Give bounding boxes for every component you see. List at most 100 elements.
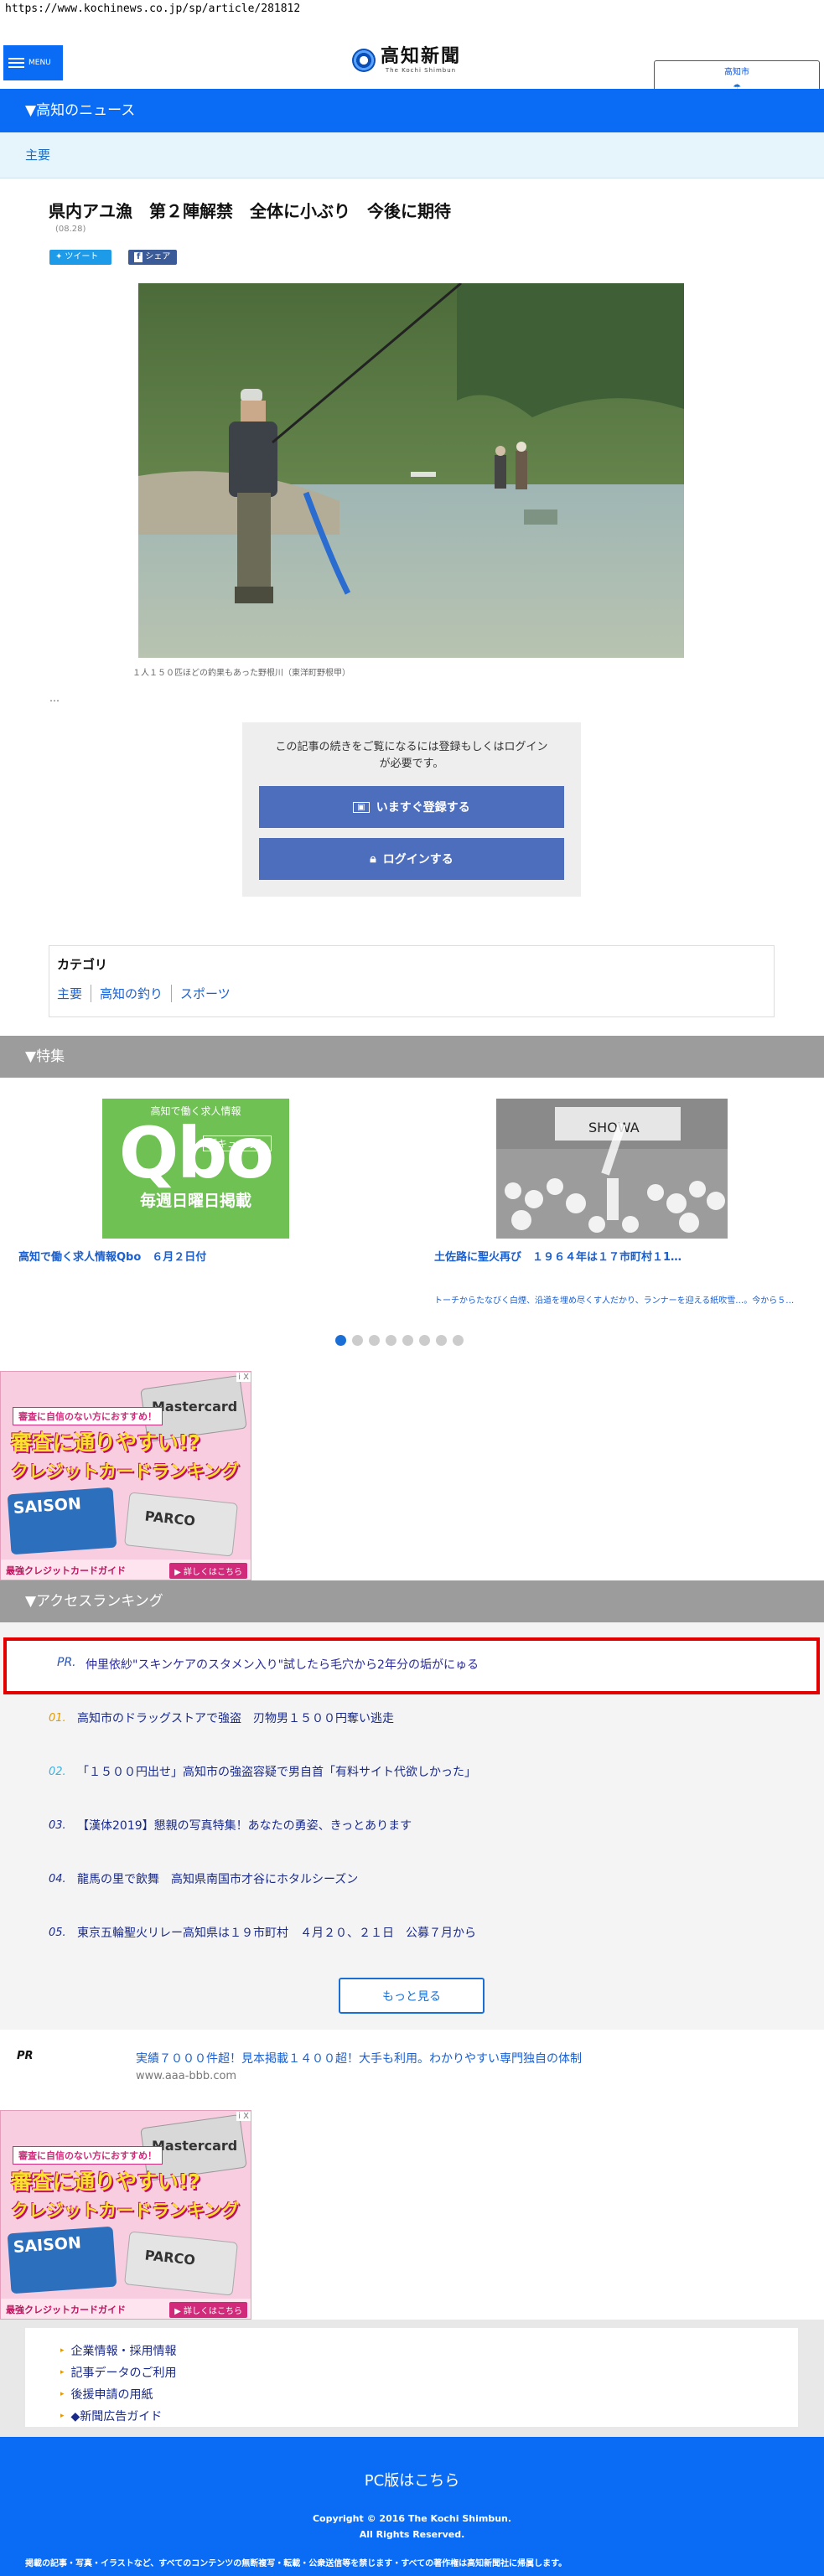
- ranking-pr-item[interactable]: PR. 仲里依紗"スキンケアのスタメン入り"試したら毛穴から2年分の垢がにゅる: [3, 1637, 820, 1694]
- category-link[interactable]: 主要: [57, 985, 91, 1002]
- ad-card-saison: SAISON: [7, 1487, 117, 1555]
- carousel-dot[interactable]: [386, 1335, 396, 1346]
- ad-footer: 最強クレジットカードガイド ▶ 詳しくはこちら: [1, 2299, 251, 2319]
- qbo-banner-reading: ［キューボ］: [203, 1135, 272, 1151]
- carousel-dot[interactable]: [419, 1335, 430, 1346]
- rank-number: 05.: [49, 1926, 66, 1939]
- ad-headline: 審査に通りやすい!? クレジットカードランキング: [11, 2168, 242, 2225]
- ad-content: Mastercard 審査に自信のない方におすすめ！ 審査に通りやすい!? クレ…: [1, 2111, 251, 2319]
- share-label: シェア: [145, 252, 171, 261]
- copyright: Copyright © 2016 The Kochi Shimbun. All …: [0, 2511, 824, 2542]
- triangle-bullet-icon: ▸: [60, 2346, 65, 2355]
- pc-version-link[interactable]: PC版はこちら: [0, 2469, 824, 2491]
- rank-title: 【漢体2019】懇親の写真特集！あなたの勇姿、きっとあります: [77, 1819, 412, 1833]
- lock-icon: 🔒︎: [370, 852, 376, 866]
- footer-link[interactable]: ▸ 後援申請の用紙: [60, 2383, 798, 2405]
- ad-label: 審査に自信のない方におすすめ！: [13, 1407, 163, 1425]
- ranking-item[interactable]: 02. 「１５００円出せ」高知市の強盗容疑で男自首「有料サイト代欲しかった」: [49, 1755, 476, 1788]
- ad-headline-line1: 審査に通りやすい!?: [11, 1430, 200, 1455]
- rank-number: 04.: [49, 1872, 66, 1885]
- register-button[interactable]: ▣ いますぐ登録する: [259, 786, 564, 828]
- ad-details-button[interactable]: ▶ 詳しくはこちら: [169, 1562, 247, 1579]
- rank-title: 龍馬の里で飲舞 高知県南国市才谷にホタルシーズン: [77, 1873, 359, 1886]
- url-bar[interactable]: https://www.kochinews.co.jp/sp/article/2…: [0, 0, 824, 20]
- logo-subtitle: The Kochi Shimbun: [385, 67, 457, 74]
- footer-link-label: ◆新聞広告ガイド: [70, 2410, 163, 2423]
- feature-title[interactable]: 高知で働く求人情報Qbo ６月２日付: [18, 1248, 206, 1264]
- menu-button[interactable]: MENU: [3, 45, 63, 80]
- category-links: 主要 高知の釣り スポーツ: [57, 985, 239, 1002]
- ad-card-saison: SAISON: [7, 2226, 117, 2294]
- qbo-banner-logo: Qbo: [118, 1112, 274, 1194]
- feature-photo[interactable]: SHOWA: [496, 1099, 728, 1239]
- facebook-icon: f: [134, 252, 143, 262]
- carousel-dot[interactable]: [369, 1335, 380, 1346]
- footer-link[interactable]: ▸ 記事データのご利用: [60, 2361, 798, 2383]
- ad-headline: 審査に通りやすい!? クレジットカードランキング: [11, 1429, 242, 1486]
- ad-footer: 最強クレジットカードガイド ▶ 詳しくはこちら: [1, 1560, 251, 1580]
- carousel-dot[interactable]: [352, 1335, 363, 1346]
- ad-card-brand: Mastercard: [152, 2138, 238, 2154]
- category-link[interactable]: 高知の釣り: [91, 985, 171, 1002]
- ad-banner[interactable]: Mastercard 審査に自信のない方におすすめ！ 審査に通りやすい!? クレ…: [0, 1371, 251, 1580]
- pr-title: 仲里依紗"スキンケアのスタメン入り"試したら毛穴から2年分の垢がにゅる: [86, 1658, 479, 1672]
- footer-link-label: 企業情報・採用情報: [70, 2345, 177, 2358]
- ad-footer-brand: 最強クレジットカードガイド: [6, 1565, 126, 1576]
- category-title: カテゴリ: [57, 957, 108, 972]
- copyright-line1: Copyright © 2016 The Kochi Shimbun.: [312, 2513, 512, 2524]
- carousel-dot[interactable]: [453, 1335, 464, 1346]
- carousel-dot[interactable]: [436, 1335, 447, 1346]
- rank-title: 東京五輪聖火リレー高知県は１９市町村 ４月２０、２１日 公募７月から: [77, 1927, 476, 1940]
- section-header-features: ▼特集: [0, 1036, 824, 1078]
- pr-ad-url[interactable]: www.aaa-bbb.com: [136, 2070, 236, 2082]
- ad-card-parco: PARCO: [124, 2231, 238, 2296]
- rank-title: 「１５００円出せ」高知市の強盗容疑で男自首「有料サイト代欲しかった」: [77, 1766, 476, 1779]
- footer-link[interactable]: ▸ 企業情報・採用情報: [60, 2340, 798, 2361]
- carousel-dot[interactable]: [335, 1335, 346, 1346]
- feature-description: トーチからたなびく白煙、沿道を埋め尽くす人だかり、ランナーを迎える紙吹雪…。今か…: [434, 1296, 795, 1306]
- copyright-line2: All Rights Reserved.: [359, 2529, 465, 2540]
- tweet-label: ツイート: [65, 252, 99, 261]
- feature-title[interactable]: 土佐路に聖火再び １９６４年は１７市町村１1…: [434, 1248, 681, 1264]
- tweet-button[interactable]: ✦ ツイート: [49, 250, 111, 265]
- site-header: MENU 高知新聞 The Kochi Shimbun 高知市 ☂: [0, 20, 824, 97]
- category-link[interactable]: スポーツ: [171, 985, 239, 1002]
- paywall-message: この記事の続きをご覧になるには登録もしくはログイン が必要です。: [242, 739, 581, 773]
- ad-headline-line1: 審査に通りやすい!?: [11, 2170, 200, 2194]
- more-button[interactable]: もっと見る: [339, 1978, 485, 2014]
- rank-title: 高知市のドラッグストアで強盗 刃物男１５００円奪い逃走: [77, 1712, 394, 1725]
- category-box: カテゴリ 主要 高知の釣り スポーツ: [49, 945, 775, 1017]
- ranking-item[interactable]: 04. 龍馬の里で飲舞 高知県南国市才谷にホタルシーズン: [49, 1862, 358, 1896]
- ad-content: Mastercard 審査に自信のない方におすすめ！ 審査に通りやすい!? クレ…: [1, 1372, 251, 1580]
- pr-ad-label: PR: [17, 2050, 34, 2062]
- rank-number: 01.: [49, 1711, 66, 1725]
- pr-ad-title[interactable]: 実績７０００件超！見本掲載１４００超！大手も利用。わかりやすい専門独自の体制: [136, 2050, 582, 2066]
- photo-sign-text: SHOWA: [588, 1120, 640, 1135]
- article-truncation: …: [49, 692, 60, 704]
- section-header-ranking: ▼アクセスランキング: [0, 1580, 824, 1622]
- qbo-banner[interactable]: 高知で働く求人情報 Qbo ［キューボ］ 毎週日曜日掲載: [102, 1099, 289, 1239]
- rank-number: 02.: [49, 1765, 66, 1778]
- carousel-dot[interactable]: [402, 1335, 413, 1346]
- ad-banner[interactable]: Mastercard 審査に自信のない方におすすめ！ 審査に通りやすい!? クレ…: [0, 2110, 251, 2320]
- footer-link-label: 記事データのご利用: [70, 2367, 177, 2380]
- ad-close-icon[interactable]: i X: [236, 2112, 251, 2121]
- rank-number: 03.: [49, 1818, 66, 1832]
- footer-link[interactable]: ▸ ◆新聞広告ガイド: [60, 2405, 798, 2427]
- ad-headline-line2: クレジットカードランキング: [11, 1461, 240, 1482]
- site-logo[interactable]: 高知新聞 The Kochi Shimbun: [352, 47, 461, 74]
- facebook-share-button[interactable]: f シェア: [128, 250, 177, 265]
- ad-close-icon[interactable]: i X: [236, 1373, 251, 1382]
- ad-details-button[interactable]: ▶ 詳しくはこちら: [169, 2301, 247, 2318]
- ad-headline-line2: クレジットカードランキング: [11, 2201, 240, 2221]
- share-buttons: ✦ ツイート f シェア: [49, 250, 177, 265]
- ranking-item[interactable]: 03. 【漢体2019】懇親の写真特集！あなたの勇姿、きっとあります: [49, 1808, 412, 1842]
- login-button[interactable]: 🔒︎ ログインする: [259, 838, 564, 880]
- id-card-icon: ▣: [353, 801, 370, 813]
- feature-carousel: 高知で働く求人情報 Qbo ［キューボ］ 毎週日曜日掲載 高知で働く求人情報Qb…: [0, 1099, 824, 1365]
- ranking-item[interactable]: 05. 東京五輪聖火リレー高知県は１９市町村 ４月２０、２１日 公募７月から: [49, 1916, 476, 1949]
- ranking-item[interactable]: 01. 高知市のドラッグストアで強盗 刃物男１５００円奪い逃走: [49, 1701, 394, 1735]
- paywall-message-line1: この記事の続きをご覧になるには登録もしくはログイン: [275, 741, 548, 753]
- carousel-dots: [335, 1335, 464, 1346]
- article-photo: [138, 283, 684, 658]
